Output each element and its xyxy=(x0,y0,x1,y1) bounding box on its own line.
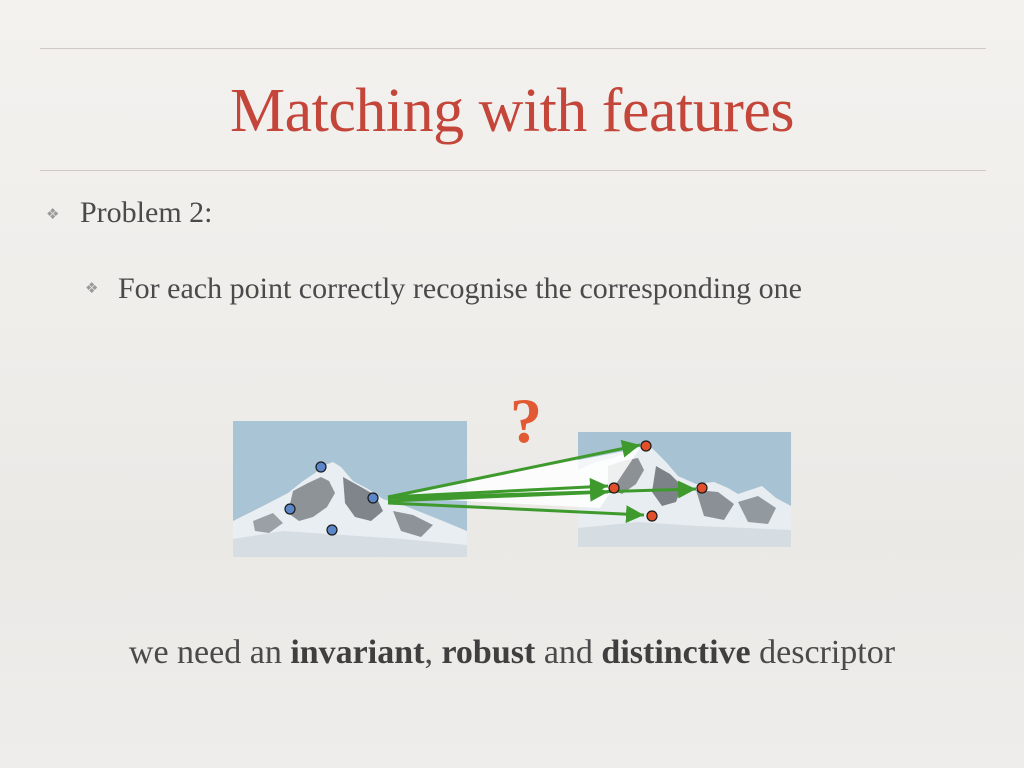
slide-title: Matching with features xyxy=(229,77,795,145)
term-distinctive: distinctive xyxy=(601,634,751,671)
bullet-problem: Problem 2: xyxy=(80,196,213,229)
top-divider xyxy=(40,48,986,49)
bullet-subpoint: For each point correctly recognise the c… xyxy=(118,272,802,305)
fleuron-bullet-icon: ❖ xyxy=(46,205,60,223)
conclusion-text: we need an invariant, robust and distinc… xyxy=(0,630,1024,676)
conclusion-suffix: descriptor xyxy=(750,634,896,671)
title-divider xyxy=(40,170,986,171)
question-mark: ? xyxy=(510,385,542,456)
separator: and xyxy=(535,634,602,671)
term-invariant: invariant xyxy=(290,634,425,671)
conclusion-prefix: we need an xyxy=(128,634,291,671)
mountain-photo xyxy=(233,421,467,557)
separator: , xyxy=(424,634,442,671)
term-robust: robust xyxy=(441,634,536,671)
fleuron-bullet-icon: ❖ xyxy=(85,279,99,297)
mountain-photo-transformed xyxy=(578,432,791,547)
